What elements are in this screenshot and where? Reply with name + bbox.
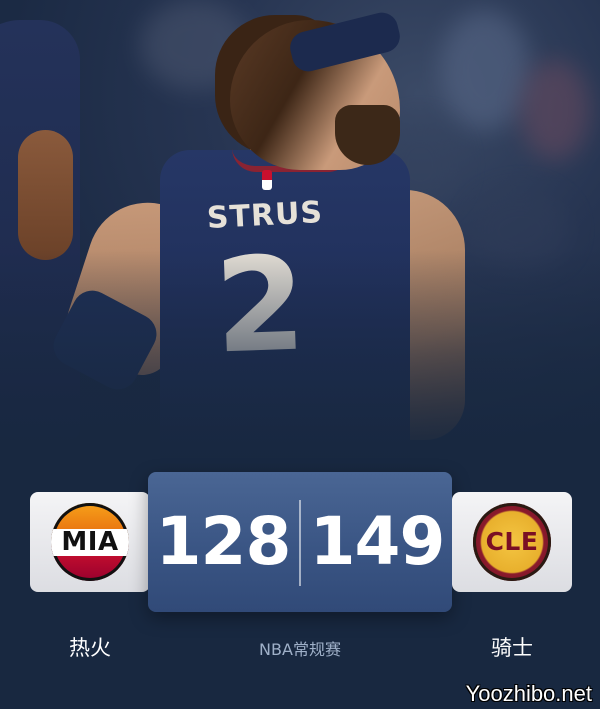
teammate-arm: [18, 130, 73, 260]
photo-fade-overlay: [0, 250, 600, 470]
site-watermark: Yoozhibo.net: [465, 681, 592, 706]
cavaliers-logo-icon: CLE: [473, 503, 551, 581]
home-team-name[interactable]: 热火: [30, 632, 150, 662]
game-result-card: STRUS 2 MIA 128 149 CLE 热火 NBA常规赛 骑士 Yoo…: [0, 0, 600, 709]
heat-logo-icon: MIA: [51, 503, 129, 581]
away-team-logo-box[interactable]: CLE: [452, 492, 572, 592]
crowd-background: [440, 10, 530, 130]
away-score: 149: [309, 503, 446, 580]
home-team-logo-box[interactable]: MIA: [30, 492, 150, 592]
scoreboard: 128 149: [148, 472, 452, 612]
nba-logo-icon: [262, 170, 272, 190]
home-score: 128: [155, 503, 292, 580]
home-team-abbr: MIA: [61, 527, 119, 557]
crowd-background: [520, 60, 590, 160]
away-team-abbr: CLE: [485, 527, 539, 556]
away-team-name[interactable]: 骑士: [452, 632, 572, 662]
player-photo: STRUS 2: [0, 0, 600, 470]
score-divider: [299, 500, 301, 586]
league-label: NBA常规赛: [259, 640, 341, 659]
